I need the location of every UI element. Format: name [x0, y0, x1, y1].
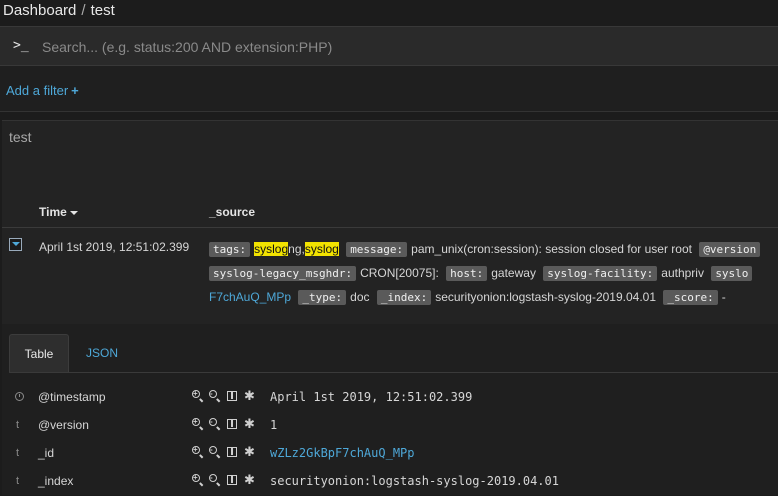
source-value-index: securityonion:logstash-syslog-2019.04.01 [435, 290, 657, 304]
source-line-1: tags: syslogng,syslog message: pam_unix(cr… [209, 242, 764, 257]
source-key-tags: tags: [209, 242, 251, 257]
prompt-icon: >_ [13, 38, 29, 53]
sort-desc-icon[interactable] [69, 210, 78, 215]
tab-divider [9, 372, 778, 373]
field-row-version: t @version + - ✱ 1 [2, 412, 778, 440]
source-key-type: _type: [298, 290, 347, 305]
filter-exists-icon[interactable]: ✱ [243, 472, 255, 487]
source-key-legacy-msghdr: syslog-legacy_msghdr: [209, 266, 357, 281]
source-value-score: - [721, 290, 726, 304]
toggle-column-icon[interactable] [226, 445, 238, 459]
source-line-2: syslog-legacy_msghdr: CRON[20075]: host: g… [209, 266, 756, 281]
filter-for-value-icon[interactable]: + [192, 473, 204, 487]
source-key-index: _index: [376, 290, 432, 305]
tab-json[interactable]: JSON [86, 334, 118, 372]
time-column-label: Time [39, 205, 67, 219]
source-key-score: _score: [663, 290, 718, 305]
toggle-column-icon[interactable] [226, 389, 238, 403]
tab-table[interactable]: Table [9, 334, 69, 372]
source-key-version: @version [699, 242, 761, 257]
source-line-3: F7chAuQ_MPp _type: doc _index: securityoni… [209, 290, 730, 305]
field-actions: + - ✱ [192, 388, 255, 403]
filter-out-value-icon[interactable]: - [209, 445, 221, 459]
source-value-legacy-msghdr: CRON[20075]: [360, 266, 439, 280]
header-divider [2, 227, 778, 228]
clock-icon [15, 392, 24, 401]
search-bar: >_ [0, 26, 778, 66]
toggle-column-icon[interactable] [226, 473, 238, 487]
string-type-icon: t [16, 419, 20, 431]
toggle-column-icon[interactable] [226, 417, 238, 431]
search-highlight: syslog [254, 242, 289, 256]
source-value-host: gateway [491, 266, 536, 280]
source-column-header: _source [209, 205, 256, 219]
field-value: April 1st 2019, 12:51:02.399 [270, 390, 473, 404]
source-text: ng, [288, 242, 305, 256]
plus-icon: + [71, 83, 79, 98]
field-name: @version [38, 418, 89, 432]
field-name: _id [38, 446, 55, 460]
source-value-id[interactable]: F7chAuQ_MPp [209, 290, 291, 304]
filter-out-value-icon[interactable]: - [209, 389, 221, 403]
field-name: _index [38, 474, 74, 488]
filter-exists-icon[interactable]: ✱ [243, 444, 255, 459]
add-filter-label: Add a filter [6, 83, 69, 98]
source-key-message: message: [346, 242, 408, 257]
field-value-link[interactable]: wZLz2GkBpF7chAuQ_MPp [270, 446, 415, 460]
breadcrumb-dashboard-link[interactable]: Dashboard [3, 2, 76, 19]
search-panel: test Time _source April 1st 2019, 12:51:… [2, 120, 778, 495]
filter-bar: Add a filter + [0, 66, 778, 112]
field-value: 1 [270, 418, 278, 432]
field-name: @timestamp [38, 390, 106, 404]
search-input[interactable] [40, 34, 744, 60]
source-value-facility: authpriv [661, 266, 704, 280]
field-actions: + - ✱ [192, 416, 255, 431]
source-value-message: pam_unix(cron:session): session closed f… [411, 242, 692, 256]
string-type-icon: t [16, 447, 20, 459]
breadcrumb: Dashboard / test [0, 0, 778, 24]
filter-for-value-icon[interactable]: + [192, 417, 204, 431]
search-highlight: syslog [304, 242, 339, 256]
field-row-index: t _index + - ✱ securityonion:logstash-sy… [2, 468, 778, 496]
source-value-type: doc [350, 290, 370, 304]
filter-for-value-icon[interactable]: + [192, 445, 204, 459]
filter-exists-icon[interactable]: ✱ [243, 416, 255, 431]
source-key-facility: syslog-facility: [543, 266, 658, 281]
field-actions: + - ✱ [192, 444, 255, 459]
source-key-host: host: [446, 266, 488, 281]
filter-out-value-icon[interactable]: - [209, 417, 221, 431]
row-timestamp: April 1st 2019, 12:51:02.399 [39, 240, 190, 254]
filter-for-value-icon[interactable]: + [192, 389, 204, 403]
field-row-timestamp: @timestamp + - ✱ April 1st 2019, 12:51:0… [2, 384, 778, 412]
add-filter-button[interactable]: Add a filter + [6, 83, 79, 98]
row-expand-toggle[interactable] [9, 238, 22, 251]
field-actions: + - ✱ [192, 472, 255, 487]
filter-out-value-icon[interactable]: - [209, 473, 221, 487]
filter-exists-icon[interactable]: ✱ [243, 388, 255, 403]
time-column-header[interactable]: Time [39, 205, 78, 219]
string-type-icon: t [16, 475, 20, 487]
source-key-truncated: syslo [711, 266, 753, 281]
breadcrumb-separator: / [81, 2, 86, 19]
field-value: securityonion:logstash-syslog-2019.04.01 [270, 474, 559, 488]
chevron-down-icon [12, 242, 20, 246]
field-row-id: t _id + - ✱ wZLz2GkBpF7chAuQ_MPp [2, 440, 778, 468]
panel-title: test [9, 129, 32, 145]
breadcrumb-current: test [90, 2, 115, 19]
